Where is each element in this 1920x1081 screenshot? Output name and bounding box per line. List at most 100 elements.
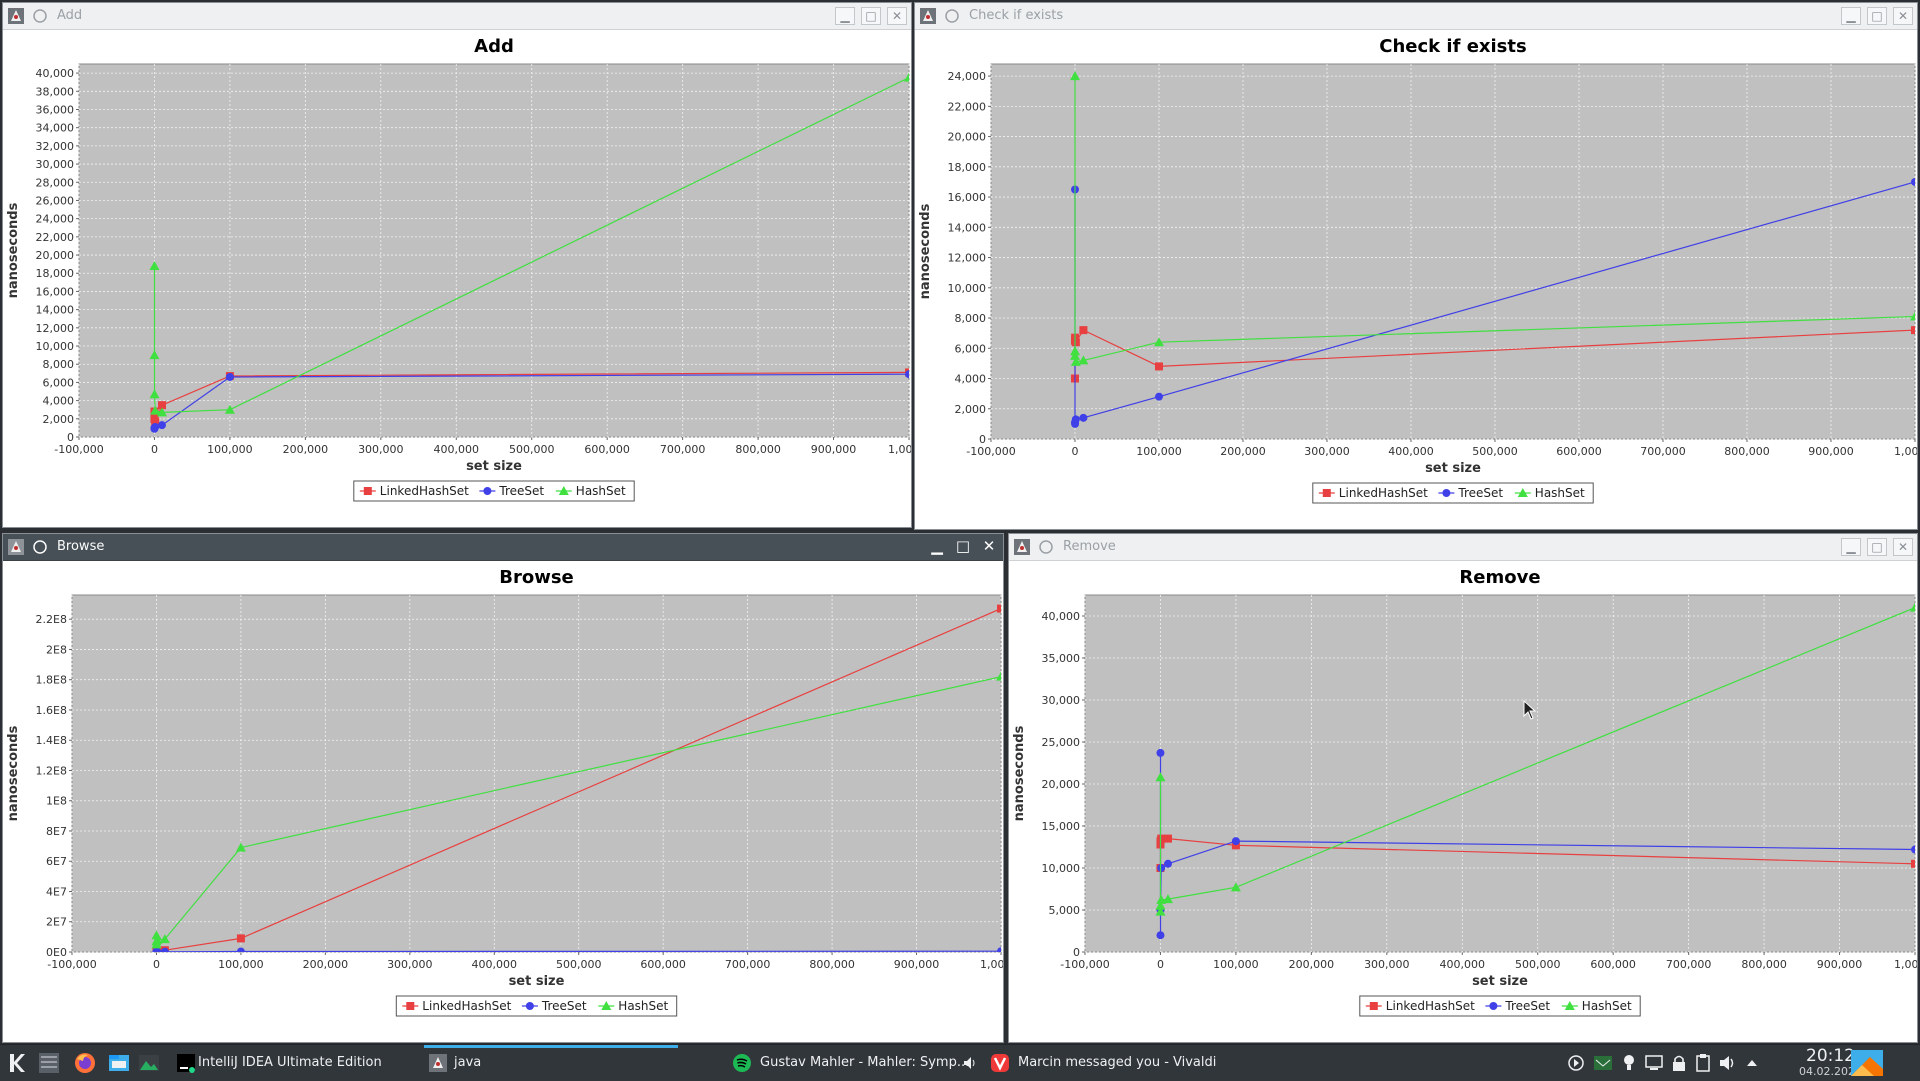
x-tick-label: 800,000 xyxy=(1724,445,1770,458)
x-tick-label: 700,000 xyxy=(725,958,771,971)
pin-icon[interactable] xyxy=(31,538,49,556)
y-tick-label: 2E8 xyxy=(46,643,67,656)
task-label: Marcin messaged you - Vivaldi xyxy=(1018,1055,1217,1070)
y-tick-label: 14,000 xyxy=(36,304,75,317)
x-tick-label: 100,000 xyxy=(1136,445,1182,458)
java-icon[interactable] xyxy=(919,7,937,25)
display-icon[interactable] xyxy=(1644,1049,1664,1077)
legend-label: LinkedHashSet xyxy=(1339,486,1428,500)
legend-marker xyxy=(1369,1002,1378,1010)
minimize-button[interactable]: ▁ xyxy=(835,7,855,25)
legend-marker xyxy=(1442,489,1451,497)
x-tick-label: 300,000 xyxy=(1364,958,1410,971)
x-tick-label: 100,000 xyxy=(207,443,253,456)
arrow-up-icon[interactable] xyxy=(1744,1049,1760,1077)
maximize-button[interactable]: □ xyxy=(1867,538,1887,556)
bulb-icon[interactable] xyxy=(1620,1049,1638,1077)
task-label: java xyxy=(454,1055,482,1070)
y-tick-label: 16,000 xyxy=(36,285,75,298)
minimize-button[interactable]: ▁ xyxy=(1841,7,1861,25)
kde-menu-icon[interactable] xyxy=(4,1049,32,1077)
maximize-button[interactable]: □ xyxy=(1867,7,1887,25)
x-tick-label: 400,000 xyxy=(472,958,518,971)
task-intellij[interactable]: IntelliJ IDEA Ultimate Edition xyxy=(170,1045,410,1081)
y-tick-label: 22,000 xyxy=(36,231,75,244)
x-tick-label: 900,000 xyxy=(1808,445,1854,458)
pin-icon[interactable] xyxy=(943,7,961,25)
y-tick-label: 15,000 xyxy=(1042,820,1081,833)
close-button[interactable]: ✕ xyxy=(979,538,999,556)
x-tick-label: 500,000 xyxy=(1515,958,1561,971)
pin-icon[interactable] xyxy=(31,7,49,25)
java-icon[interactable] xyxy=(7,7,25,25)
y-tick-label: 14,000 xyxy=(948,221,987,234)
speaker-icon[interactable] xyxy=(962,1055,978,1071)
plot-area xyxy=(1084,594,1916,953)
y-axis-label: nanoseconds xyxy=(1012,725,1027,821)
legend-marker xyxy=(363,487,372,495)
task-java[interactable]: java xyxy=(424,1045,678,1081)
legend-marker xyxy=(1489,1002,1498,1010)
java-icon[interactable] xyxy=(1013,538,1031,556)
data-point-linkedhashset xyxy=(1911,326,1915,335)
legend-label: TreeSet xyxy=(498,484,544,498)
y-tick-label: 32,000 xyxy=(36,140,75,153)
dashboard-icon[interactable] xyxy=(36,1049,62,1077)
task-spotify[interactable]: Gustav Mahler - Mahler: Symp... xyxy=(728,1045,986,1081)
show-desktop-icon[interactable] xyxy=(1850,1049,1884,1077)
y-tick-label: 34,000 xyxy=(36,122,75,135)
lock-icon[interactable] xyxy=(1670,1049,1688,1077)
x-tick-label: 1,000,0 xyxy=(1894,445,1917,458)
network-icon[interactable] xyxy=(1592,1049,1614,1077)
x-tick-label: 100,000 xyxy=(1213,958,1259,971)
window-add-titlebar[interactable]: Add ▁ □ ✕ xyxy=(3,3,911,30)
y-tick-label: 5,000 xyxy=(1049,904,1081,917)
maximize-button[interactable]: □ xyxy=(953,538,973,556)
x-tick-label: 0 xyxy=(153,958,160,971)
intellij-icon xyxy=(177,1054,195,1073)
minimize-button[interactable]: ▁ xyxy=(927,538,947,556)
x-tick-label: 1,000,0 xyxy=(980,958,1003,971)
window-browse-titlebar[interactable]: Browse ▁ □ ✕ xyxy=(3,534,1003,561)
close-button[interactable]: ✕ xyxy=(887,7,907,25)
y-tick-label: 2,000 xyxy=(43,413,75,426)
close-button[interactable]: ✕ xyxy=(1893,7,1913,25)
data-point-linkedhashset xyxy=(997,604,1001,613)
x-tick-label: -100,000 xyxy=(54,443,103,456)
y-axis-label: nanoseconds xyxy=(918,203,933,299)
window-title: Browse xyxy=(57,539,105,554)
data-point-treeset xyxy=(1157,864,1166,872)
data-point-treeset xyxy=(151,422,160,431)
x-tick-label: 700,000 xyxy=(1666,958,1712,971)
x-tick-label: 100,000 xyxy=(218,958,264,971)
x-tick-label: 0 xyxy=(1157,958,1164,971)
y-tick-label: 16,000 xyxy=(948,191,987,204)
close-button[interactable]: ✕ xyxy=(1893,538,1913,556)
window-check-titlebar[interactable]: Check if exists ▁ □ ✕ xyxy=(915,3,1917,30)
y-tick-label: 4,000 xyxy=(43,395,75,408)
x-tick-label: 400,000 xyxy=(1388,445,1434,458)
media-control-icon[interactable] xyxy=(1566,1049,1586,1077)
minimize-button[interactable]: ▁ xyxy=(1841,538,1861,556)
y-tick-label: 20,000 xyxy=(948,131,987,144)
plot-area xyxy=(78,63,910,438)
task-vivaldi[interactable]: Marcin messaged you - Vivaldi xyxy=(990,1045,1244,1081)
clipboard-icon[interactable] xyxy=(1694,1049,1712,1077)
y-tick-label: 40,000 xyxy=(1042,610,1081,623)
file-manager-icon[interactable] xyxy=(106,1049,132,1077)
data-point-linkedhashset xyxy=(1911,859,1915,868)
pin-icon[interactable] xyxy=(1037,538,1055,556)
taskbar: IntelliJ IDEA Ultimate Edition java Gust… xyxy=(0,1044,1920,1081)
data-point-treeset xyxy=(225,372,234,381)
java-icon[interactable] xyxy=(7,538,25,556)
y-tick-label: 35,000 xyxy=(1042,652,1081,665)
x-tick-label: 1,000,0 xyxy=(888,443,911,456)
y-tick-label: 8,000 xyxy=(43,358,75,371)
volume-icon[interactable] xyxy=(1718,1049,1738,1077)
firefox-icon[interactable] xyxy=(72,1049,98,1077)
image-viewer-icon[interactable] xyxy=(136,1049,162,1077)
maximize-button[interactable]: □ xyxy=(861,7,881,25)
x-tick-label: -100,000 xyxy=(1060,958,1109,971)
window-remove-titlebar[interactable]: Remove ▁ □ ✕ xyxy=(1009,534,1917,561)
x-tick-label: 900,000 xyxy=(811,443,857,456)
